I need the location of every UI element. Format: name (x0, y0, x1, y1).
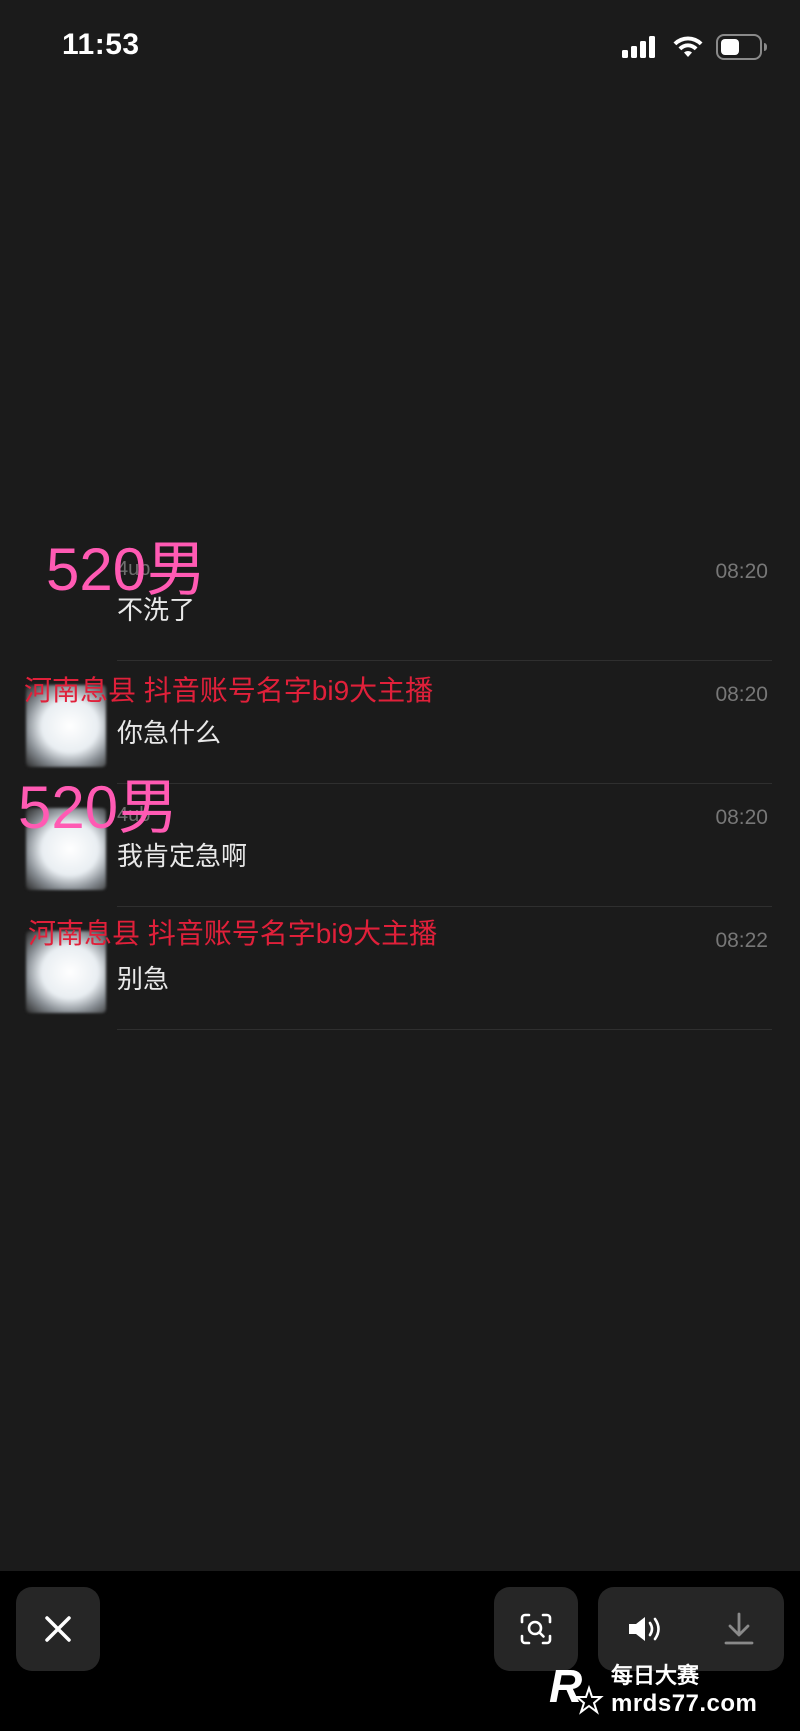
visual-lookup-icon (520, 1613, 552, 1645)
svg-text:R: R (549, 1660, 582, 1712)
download-icon[interactable] (723, 1612, 755, 1646)
close-icon (45, 1616, 71, 1642)
watermark-url: mrds77.com (611, 1690, 758, 1717)
wifi-icon (673, 36, 703, 57)
message-text: 我肯定急啊 (117, 841, 248, 871)
message-time: 08:20 (715, 683, 768, 706)
message-text: 别急 (117, 964, 170, 994)
battery-icon (716, 34, 767, 60)
message-time: 08:20 (715, 806, 768, 829)
message-time: 08:22 (715, 929, 768, 952)
watermark-logo: R (545, 1658, 605, 1718)
speaker-icon[interactable] (627, 1614, 665, 1644)
annotation-label: 520男 (46, 536, 207, 603)
status-icons (622, 34, 768, 60)
message-time: 08:20 (715, 560, 768, 583)
annotation-label: 河南息县 抖音账号名字bi9大主播 (28, 918, 438, 949)
status-time: 11:53 (62, 28, 140, 61)
watermark-title: 每日大赛 (611, 1663, 700, 1688)
divider (117, 1029, 772, 1030)
annotation-label: 520男 (18, 774, 179, 841)
watermark: R 每日大赛 mrds77.com (545, 1651, 795, 1725)
message-text: 你急什么 (117, 718, 222, 748)
close-button[interactable] (16, 1587, 100, 1671)
status-bar: 11:53 (0, 0, 800, 90)
annotation-label: 河南息县 抖音账号名字bi9大主播 (24, 675, 434, 706)
cellular-signal-icon (622, 36, 655, 58)
watermark-text: 每日大赛 mrds77.com (611, 1658, 757, 1718)
